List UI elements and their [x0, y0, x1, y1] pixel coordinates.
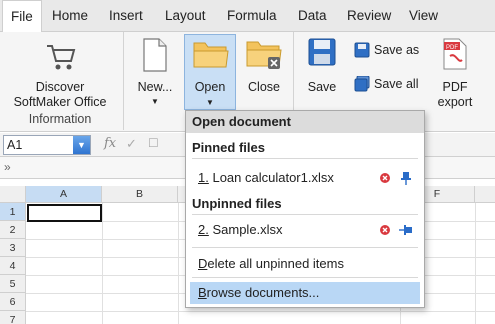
menu-title: Open document	[186, 111, 424, 133]
menu-file[interactable]: File	[2, 0, 42, 33]
unpinned-icon[interactable]	[398, 224, 414, 236]
new-chevron-down-icon: ▼	[151, 97, 159, 106]
menu-home[interactable]: Home	[52, 0, 88, 32]
grid-line	[178, 203, 179, 324]
delete-access-key: D	[198, 256, 208, 271]
pinned-files-header: Pinned files	[192, 140, 265, 155]
divider	[192, 277, 418, 278]
floppy-disk-icon	[308, 38, 336, 66]
delete-label: elete all unpinned items	[207, 256, 344, 271]
pdf-icon: PDF	[443, 38, 467, 70]
remove-icon[interactable]	[380, 225, 390, 235]
cell-reference-box[interactable]: A1 ▼	[3, 135, 91, 155]
confirm-icon[interactable]: ✓	[126, 136, 137, 152]
cell-reference-value: A1	[7, 138, 23, 152]
grid-line	[102, 203, 103, 324]
pinned-file-item[interactable]: 1. Loan calculator1.xlsx	[190, 167, 420, 189]
save-all-icon	[354, 76, 370, 92]
delete-unpinned-items[interactable]: Delete all unpinned items	[190, 253, 420, 275]
discover-label-1: Discover	[35, 80, 85, 94]
menu-insert[interactable]: Insert	[109, 0, 143, 32]
close-label: Close	[248, 80, 280, 94]
column-header-b[interactable]: B	[102, 186, 178, 203]
file-number: 2.	[198, 222, 209, 237]
menu-view[interactable]: View	[409, 0, 438, 32]
pdf-label-2: export	[437, 95, 473, 109]
save-all-button[interactable]: Save all	[352, 74, 424, 96]
row-header-5[interactable]: 5	[0, 275, 26, 293]
browse-label: rowse documents...	[206, 285, 320, 300]
cart-icon	[47, 45, 76, 70]
menu-review[interactable]: Review	[347, 0, 391, 32]
discover-button[interactable]: Discover SoftMaker Office	[4, 38, 116, 110]
new-button[interactable]: New... ▼	[130, 36, 180, 106]
open-document-menu: Open document Pinned files 1. Loan calcu…	[185, 110, 425, 308]
expand-icon[interactable]: »	[4, 160, 11, 174]
open-folder-icon	[193, 42, 229, 68]
divider	[192, 247, 418, 248]
menu-layout[interactable]: Layout	[165, 0, 206, 32]
menu-data[interactable]: Data	[298, 0, 327, 32]
open-label: Open	[194, 80, 226, 94]
pinned-icon[interactable]	[400, 171, 412, 185]
remove-icon[interactable]	[380, 173, 390, 183]
unpinned-file-item[interactable]: 2. Sample.xlsx	[190, 219, 420, 241]
chevron-down-icon[interactable]: ▼	[73, 136, 90, 154]
grid-line	[26, 311, 495, 312]
menu-bar: File Home Insert Layout Formula Data Rev…	[0, 0, 495, 33]
save-as-label: Save as	[374, 43, 420, 57]
svg-text:PDF: PDF	[446, 45, 458, 51]
discover-label-2: SoftMaker Office	[13, 95, 107, 109]
pdf-label-1: PDF	[442, 80, 468, 94]
save-as-icon	[354, 42, 370, 58]
divider	[192, 158, 418, 159]
select-all-corner[interactable]	[0, 186, 26, 203]
file-name: Sample.xlsx	[212, 222, 283, 237]
cancel-icon[interactable]: ☐	[148, 136, 159, 150]
row-header-6[interactable]: 6	[0, 293, 26, 311]
file-number: 1.	[198, 170, 209, 185]
open-chevron-down-icon: ▼	[206, 98, 214, 107]
column-header-a[interactable]: A	[26, 186, 102, 203]
open-button[interactable]: Open ▼	[184, 34, 236, 110]
new-label: New...	[137, 80, 173, 94]
active-cell-a1[interactable]	[27, 204, 102, 222]
information-group-label: Information	[28, 112, 92, 126]
function-icon[interactable]: fx	[104, 136, 116, 151]
row-header-3[interactable]: 3	[0, 239, 26, 257]
unpinned-files-header: Unpinned files	[192, 196, 282, 211]
save-label: Save	[307, 80, 337, 94]
browse-access-key: B	[198, 285, 207, 300]
row-header-7[interactable]: 7	[0, 311, 26, 324]
new-document-icon	[143, 38, 167, 72]
row-header-4[interactable]: 4	[0, 257, 26, 275]
save-all-label: Save all	[374, 77, 419, 91]
row-header-2[interactable]: 2	[0, 221, 26, 239]
divider	[192, 214, 418, 215]
close-button[interactable]: Close	[240, 36, 288, 106]
file-name: Loan calculator1.xlsx	[212, 170, 334, 185]
column-header-next[interactable]	[475, 186, 495, 203]
ribbon-separator	[123, 32, 124, 130]
row-header-1[interactable]: 1	[0, 203, 26, 221]
close-folder-icon	[246, 41, 282, 69]
grid-line	[475, 203, 476, 324]
save-as-button[interactable]: Save as	[352, 40, 424, 62]
save-button[interactable]: Save	[300, 36, 344, 106]
menu-formula[interactable]: Formula	[227, 0, 277, 32]
browse-documents[interactable]: Browse documents...	[190, 282, 420, 304]
pdf-export-button[interactable]: PDF PDF export	[430, 36, 480, 109]
